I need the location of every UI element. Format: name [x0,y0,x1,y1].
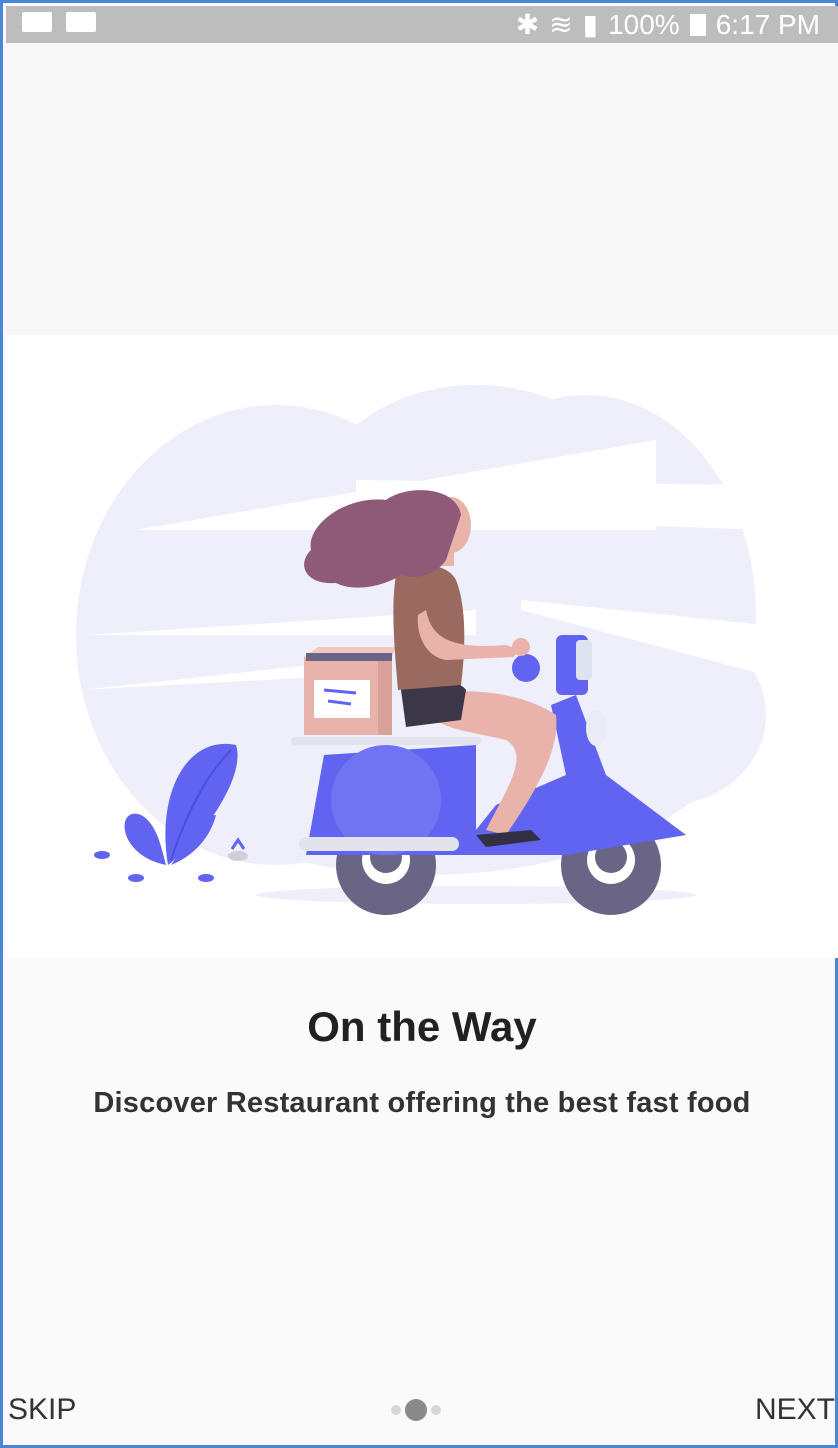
battery-percentage: 100% [608,8,680,40]
page-dot-1[interactable] [391,1405,401,1415]
signal-icon: ▮ [582,9,599,40]
next-button[interactable]: NEXT [755,1393,835,1427]
page-dot-2-active[interactable] [405,1399,427,1421]
bluetooth-icon: ✱ [515,9,540,40]
status-bar: ✱ ≋ ▮ 100% 6:17 PM [6,6,838,43]
onboarding-subtitle: Discover Restaurant offering the best fa… [93,1087,751,1119]
wifi-icon: ≋ [549,9,573,40]
onboarding-navigation: SKIP NEXT [6,1383,838,1443]
keyboard-icon [22,12,52,32]
onboarding-illustration [6,335,838,958]
page-indicator [391,1399,441,1421]
app-window: ✱ ≋ ▮ 100% 6:17 PM On the Way Discover R… [0,0,838,1448]
top-spacer [6,43,838,335]
skip-button[interactable]: SKIP [8,1393,76,1427]
clock: 6:17 PM [715,8,820,40]
scooter-delivery-illustration [76,385,766,915]
delivery-box-icon [304,647,396,735]
onboarding-title: On the Way [307,1003,537,1050]
battery-icon [689,13,706,36]
page-dot-3[interactable] [431,1405,441,1415]
video-icon [66,12,96,32]
